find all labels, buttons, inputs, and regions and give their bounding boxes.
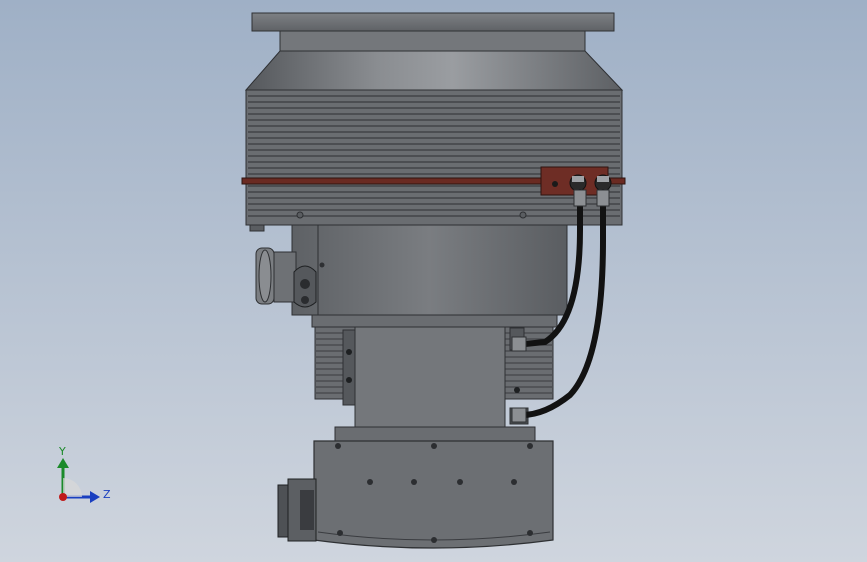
box-screw	[457, 479, 463, 485]
neck	[334, 326, 536, 442]
z-axis-label: Z	[103, 488, 111, 501]
box-screw	[511, 479, 517, 485]
box-screw	[431, 537, 437, 543]
conical-housing	[244, 50, 624, 91]
box-screw	[527, 443, 533, 449]
cooling-fins	[245, 89, 623, 226]
middle-housing	[291, 224, 568, 328]
box-screw	[527, 530, 533, 536]
box-screw	[367, 479, 373, 485]
triad-origin	[59, 493, 67, 501]
model-canvas[interactable]: Y Z	[0, 0, 867, 562]
box-screw	[337, 530, 343, 536]
y-axis-label: Y	[58, 445, 66, 458]
top-flange	[251, 12, 615, 52]
power-connector	[277, 478, 317, 542]
box-screw	[411, 479, 417, 485]
cad-viewport[interactable]: Y Z	[0, 0, 867, 562]
controller-box	[313, 440, 554, 549]
box-screw	[431, 443, 437, 449]
box-screw	[335, 443, 341, 449]
orientation-triad: Y Z	[57, 445, 111, 503]
